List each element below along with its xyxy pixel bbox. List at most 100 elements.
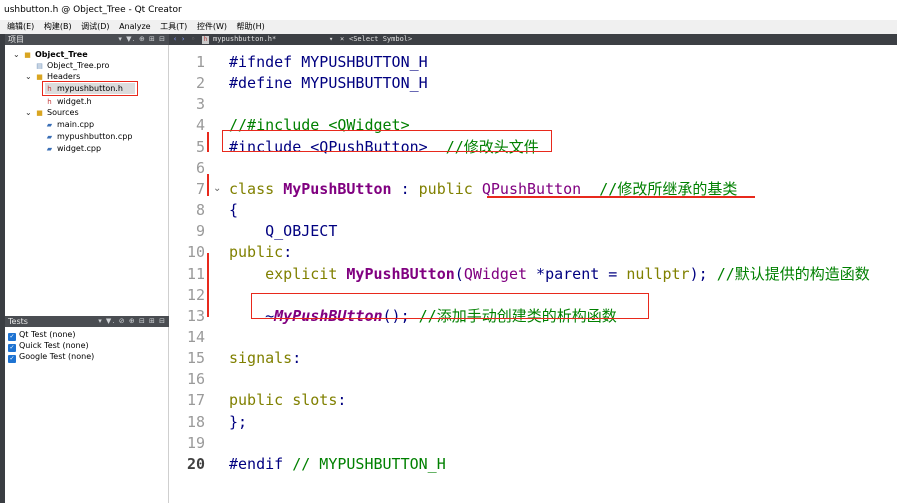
test-item-label: Google Test (none) xyxy=(19,352,95,361)
back-arrow-icon[interactable]: ‹ xyxy=(173,34,177,45)
menu-debug[interactable]: 调试(D) xyxy=(81,20,109,34)
code-line[interactable]: public slots: xyxy=(229,390,346,410)
tree-item-mypushbutton-cpp[interactable]: ▰ mypushbutton.cpp xyxy=(45,131,133,142)
line-number: 8 xyxy=(195,201,205,220)
tree-item-label: Headers xyxy=(47,72,81,81)
symbol-selector[interactable]: <Select Symbol> xyxy=(349,34,412,45)
code-line[interactable]: #ifndef MYPUSHBUTTON_H xyxy=(229,52,428,72)
line-number: 10 xyxy=(186,243,205,262)
test-item-qt[interactable]: ✓ Qt Test (none) xyxy=(8,329,76,341)
tree-item-main-cpp[interactable]: ▰ main.cpp xyxy=(45,119,94,130)
lock-icon: ◦ xyxy=(191,35,196,43)
line-number: 20 xyxy=(186,454,205,473)
test-item-google[interactable]: ✓ Google Test (none) xyxy=(8,351,95,363)
code-token: explicit xyxy=(229,264,347,283)
code-token: }; xyxy=(229,412,248,431)
code-token: #define MYPUSHBUTTON_H xyxy=(229,74,428,93)
close-file-button[interactable]: × xyxy=(340,34,344,45)
code-token: nullptr xyxy=(626,264,690,283)
highlight-box-include xyxy=(222,130,552,152)
fold-chevron-icon[interactable]: ⌄ xyxy=(213,179,221,199)
line-number: 14 xyxy=(186,327,205,346)
test-item-quick[interactable]: ✓ Quick Test (none) xyxy=(8,340,89,352)
code-token: slots xyxy=(292,391,338,410)
folder-icon: ■ xyxy=(36,109,43,117)
projects-panel-title: 项目 xyxy=(8,35,24,44)
projects-panel-header: 项目 ▾ ▼. ⊕ ⊞ ⊟ xyxy=(5,34,169,45)
chevron-down-icon[interactable]: ⌄ xyxy=(25,107,33,118)
line-number: 18 xyxy=(186,412,205,431)
code-token: public xyxy=(229,243,284,262)
tree-item-sources[interactable]: ⌄ ■ Sources xyxy=(25,107,79,118)
code-token: public xyxy=(418,179,482,198)
code-token: { xyxy=(229,201,239,220)
menu-analyze[interactable]: Analyze xyxy=(119,20,151,34)
modified-line-marker xyxy=(207,174,209,196)
code-token: ); xyxy=(689,264,717,283)
code-token: MyPushBUtton xyxy=(346,264,455,283)
modified-line-marker xyxy=(207,132,209,152)
menu-widgets[interactable]: 控件(W) xyxy=(197,20,227,34)
modified-line-marker xyxy=(207,253,209,317)
tree-item-widget-cpp[interactable]: ▰ widget.cpp xyxy=(45,143,101,154)
chevron-down-icon[interactable]: ⌄ xyxy=(13,49,21,60)
code-line[interactable]: explicit MyPushBUtton(QWidget *parent = … xyxy=(229,264,870,284)
editor-toolbar: ‹ › ◦ h mypushbutton.h* ▾ × <Select Symb… xyxy=(169,34,897,45)
code-line[interactable]: signals: xyxy=(229,348,301,368)
tests-tree: ✓ Qt Test (none) ✓ Quick Test (none) ✓ Goog… xyxy=(5,327,169,503)
checkbox-checked-icon[interactable]: ✓ xyxy=(8,355,16,363)
tree-item-pro-file[interactable]: ▤ Object_Tree.pro xyxy=(35,60,109,71)
line-number: 4 xyxy=(195,116,205,135)
test-item-label: Qt Test (none) xyxy=(19,330,76,339)
code-token: QWidget xyxy=(463,264,528,283)
line-number: 9 xyxy=(195,222,205,241)
window-title: ushbutton.h @ Object_Tree - Qt Creator xyxy=(0,0,897,20)
code-token: class xyxy=(229,179,284,198)
line-number: 3 xyxy=(195,95,205,114)
tree-item-label: widget.cpp xyxy=(57,144,102,153)
code-token: : xyxy=(292,349,302,368)
code-token: #ifndef MYPUSHBUTTON_H xyxy=(229,53,428,71)
line-number: 15 xyxy=(186,349,205,368)
tree-item-label: Object_Tree.pro xyxy=(47,61,110,70)
highlight-box-destructor xyxy=(251,293,649,319)
line-number: 5 xyxy=(195,137,205,156)
code-line[interactable]: Q_OBJECT xyxy=(229,221,337,241)
chevron-down-icon[interactable]: ⌄ xyxy=(25,71,33,82)
code-token: public xyxy=(229,391,293,410)
line-number: 19 xyxy=(186,433,205,452)
line-number: 6 xyxy=(195,158,205,177)
menu-help[interactable]: 帮助(H) xyxy=(237,20,265,34)
open-file-selector[interactable]: mypushbutton.h* xyxy=(213,34,276,45)
projects-panel-tools[interactable]: ▾ ▼. ⊕ ⊞ ⊟ xyxy=(118,34,166,45)
file-dropdown-icon[interactable]: ▾ xyxy=(329,34,333,45)
code-line[interactable]: { xyxy=(229,200,238,220)
tree-item-widget-h[interactable]: h widget.h xyxy=(45,96,91,107)
header-file-icon: h xyxy=(202,35,209,44)
tree-item-project[interactable]: ⌄ ■ Object_Tree xyxy=(13,49,88,60)
line-number: 1 xyxy=(195,53,205,71)
forward-arrow-icon[interactable]: › xyxy=(181,34,185,45)
tests-panel-tools[interactable]: ▾ ▼. ⊘ ⊕ ⊟ ⊞ ⊟ xyxy=(98,316,166,327)
tree-item-label: mypushbutton.cpp xyxy=(57,132,133,141)
line-number: 7 xyxy=(195,179,205,198)
test-item-label: Quick Test (none) xyxy=(19,341,89,350)
line-number: 11 xyxy=(186,264,205,283)
code-line[interactable]: }; xyxy=(229,412,247,432)
menu-build[interactable]: 构建(B) xyxy=(44,20,72,34)
code-token: signals xyxy=(229,349,293,368)
tests-panel-header: Tests ▾ ▼. ⊘ ⊕ ⊟ ⊞ ⊟ xyxy=(5,316,169,327)
code-token: MyPushBUtton xyxy=(283,179,392,198)
menu-edit[interactable]: 编辑(E) xyxy=(7,20,34,34)
menu-bar: 编辑(E) 构建(B) 调试(D) Analyze 工具(T) 控件(W) 帮助… xyxy=(0,20,897,34)
cpp-file-icon: ▰ xyxy=(46,133,53,141)
code-line[interactable]: #define MYPUSHBUTTON_H xyxy=(229,73,428,93)
line-number: 17 xyxy=(186,391,205,410)
code-token: // MYPUSHBUTTON_H xyxy=(283,454,446,473)
tree-item-label: main.cpp xyxy=(57,120,95,129)
code-token: : xyxy=(391,179,419,198)
highlight-box-selected-file xyxy=(42,81,138,96)
code-line[interactable]: #endif // MYPUSHBUTTON_H xyxy=(229,454,446,474)
code-line[interactable]: public: xyxy=(229,242,292,262)
menu-tools[interactable]: 工具(T) xyxy=(160,20,187,34)
